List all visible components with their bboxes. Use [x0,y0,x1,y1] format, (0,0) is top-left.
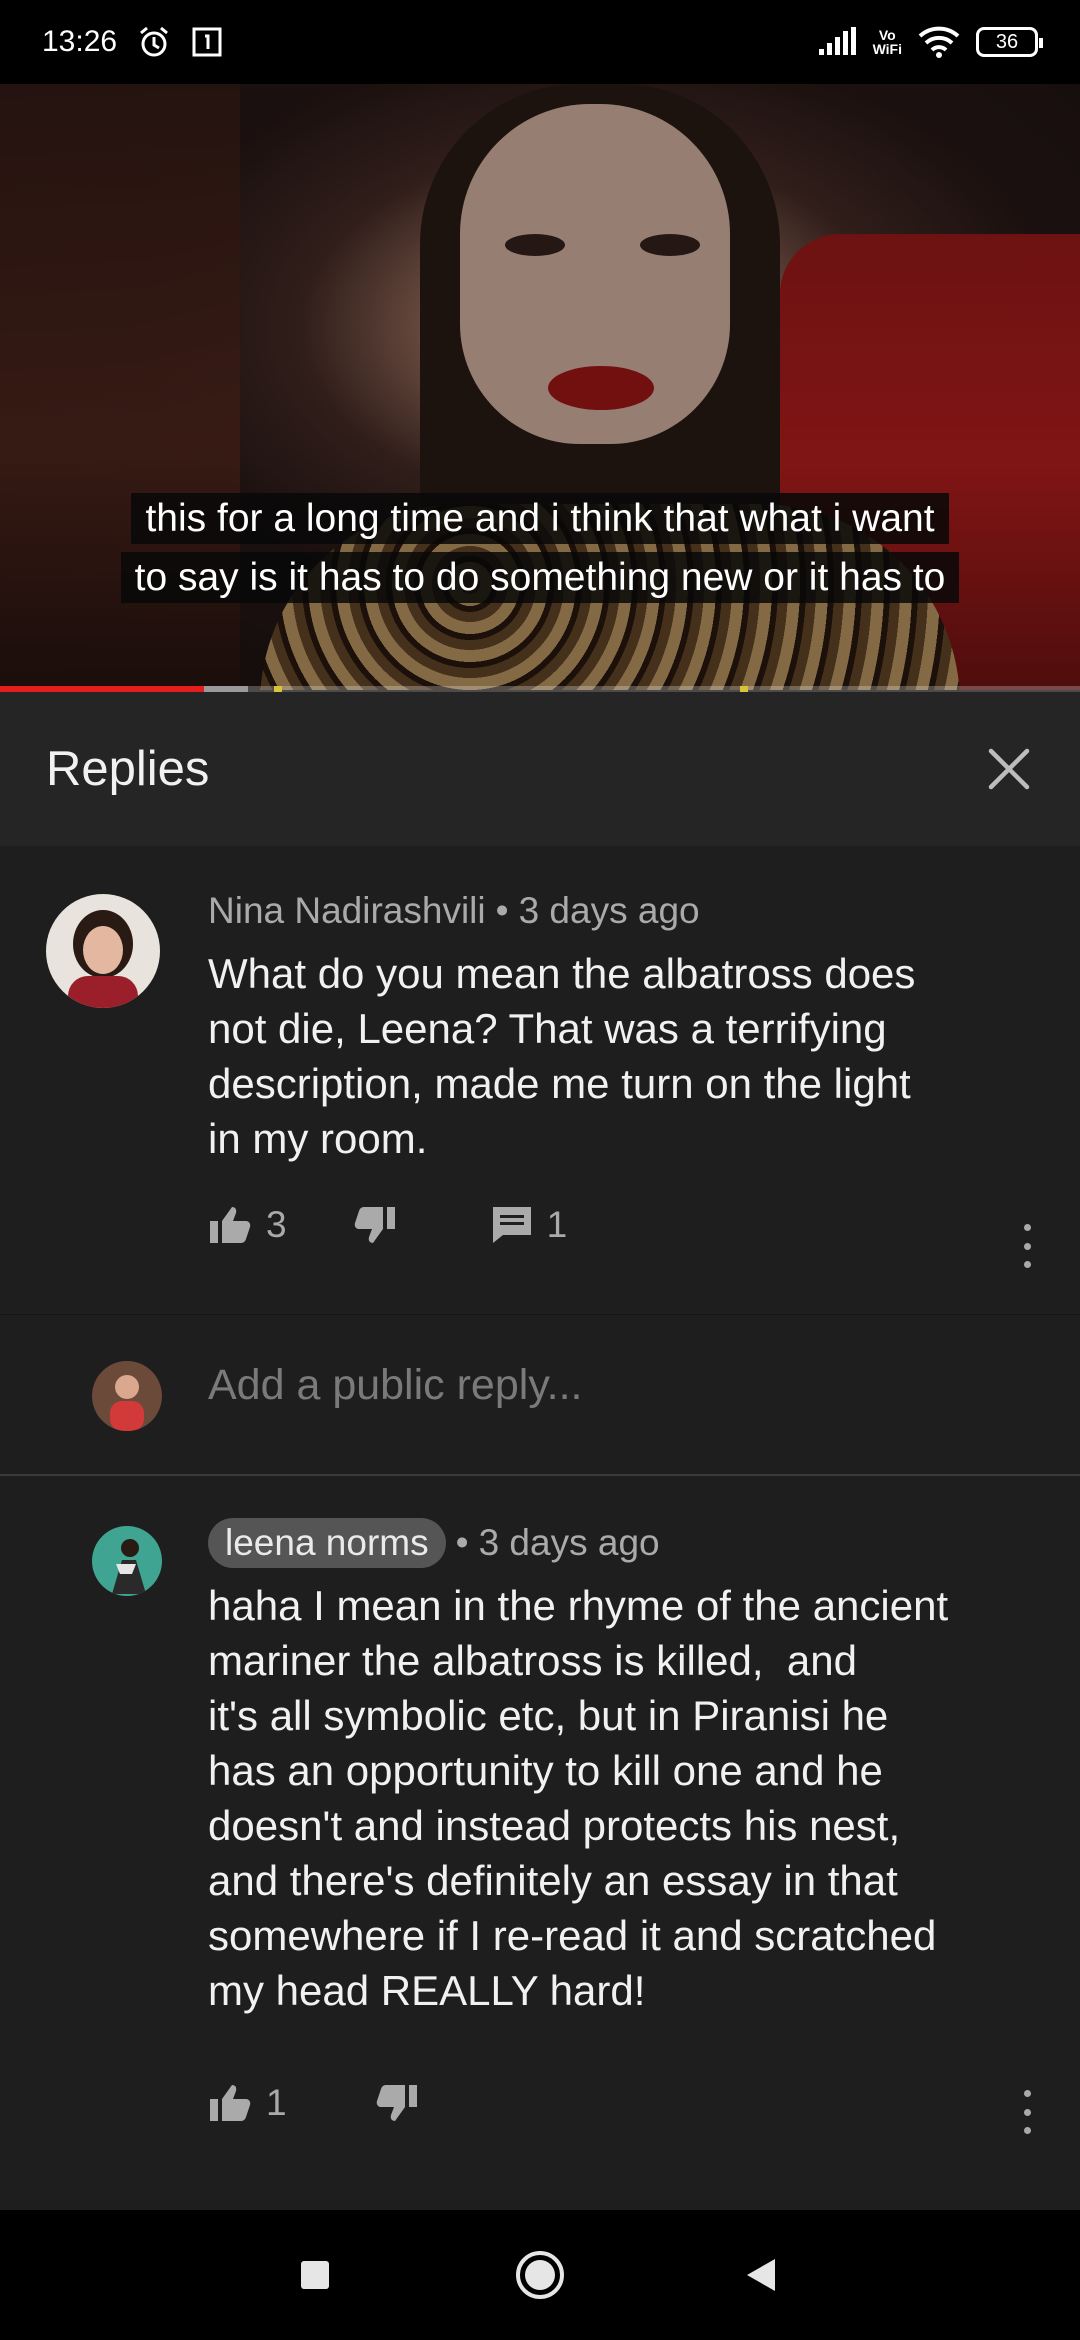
avatar[interactable] [92,1526,162,1596]
like-count: 3 [266,1204,287,1245]
replies-panel: Replies Nina Nadirashvili • 3 days ago W… [0,692,1080,2210]
caption-text: to say is it has to do something new or … [120,552,960,603]
comment-time: 3 days ago [478,1522,660,1563]
thumbs-down-icon [354,1207,395,1243]
comment-meta: leena norms • 3 days ago [208,1518,660,1568]
battery-icon: 36 [976,27,1043,57]
vowifi-icon: Vo WiFi [872,27,902,57]
like-button[interactable]: 1 [208,2082,287,2124]
progress-marker [740,686,748,692]
comment-meta: Nina Nadirashvili • 3 days ago [208,890,700,932]
status-time: 13:26 [42,25,118,58]
reply-count: 1 [546,1204,568,1245]
panel-title: Replies [46,742,210,796]
back-triangle-icon [747,2259,775,2291]
user-avatar [92,1361,162,1431]
progress-played [0,686,206,692]
reply-input[interactable]: Add a public reply... [208,1361,582,1410]
reply-box[interactable]: Add a public reply... [0,1314,1080,1476]
meta-separator: • [495,890,509,931]
panel-header: Replies [0,692,1080,846]
dislike-button[interactable] [375,2083,419,2123]
navigation-bar [0,2210,1080,2340]
video-player[interactable]: this for a long time and i think that wh… [0,84,1080,690]
thumbs-down-icon [376,2085,417,2121]
comment-author[interactable]: Nina Nadirashvili [208,890,486,932]
video-progress-bar[interactable] [0,686,1080,692]
comment-text: haha I mean in the rhyme of the ancient … [208,1582,949,2014]
avatar[interactable] [46,894,160,1008]
reply-count-button[interactable]: 1 [491,1204,568,1246]
alarm-icon [137,25,171,59]
close-icon [988,748,1030,790]
progress-marker [274,686,282,692]
like-count: 1 [266,2082,287,2123]
recents-button[interactable] [255,2210,375,2340]
wifi-icon [918,26,960,58]
status-bar: 13:26 Vo WiFi 36 [0,0,1080,84]
square-icon [301,2261,329,2289]
creator-author-chip[interactable]: leena norms [208,1518,446,1568]
thumbs-up-icon [210,1207,251,1243]
more-options-button[interactable] [1017,2090,1037,2134]
comment-text: What do you mean the albatross does not … [208,950,916,1162]
more-options-button[interactable] [1017,1224,1037,1268]
close-button[interactable] [984,744,1034,794]
thumbs-up-icon [210,2085,251,2121]
comment-time: 3 days ago [518,890,700,931]
home-button[interactable] [480,2210,600,2340]
comment-item: Nina Nadirashvili • 3 days ago What do y… [0,846,1080,1314]
comment-actions: 1 [208,2082,419,2124]
like-button[interactable]: 3 [208,1204,287,1246]
dislike-button[interactable] [353,1205,397,1245]
caption-line: this for a long time and i think that wh… [0,490,1080,548]
notification-box-icon [191,26,223,58]
progress-buffered [204,686,248,692]
comment-actions: 3 1 [208,1204,567,1246]
caption-text: this for a long time and i think that wh… [131,493,949,544]
meta-separator: • [455,1522,469,1563]
circle-home-icon [516,2251,564,2299]
battery-level: 36 [995,30,1019,53]
reply-item: leena norms • 3 days ago haha I mean in … [0,1478,1080,2210]
caption-line: to say is it has to do something new or … [0,549,1080,607]
back-button[interactable] [700,2210,820,2340]
comment-icon [492,1207,531,1243]
signal-icon [817,27,857,57]
